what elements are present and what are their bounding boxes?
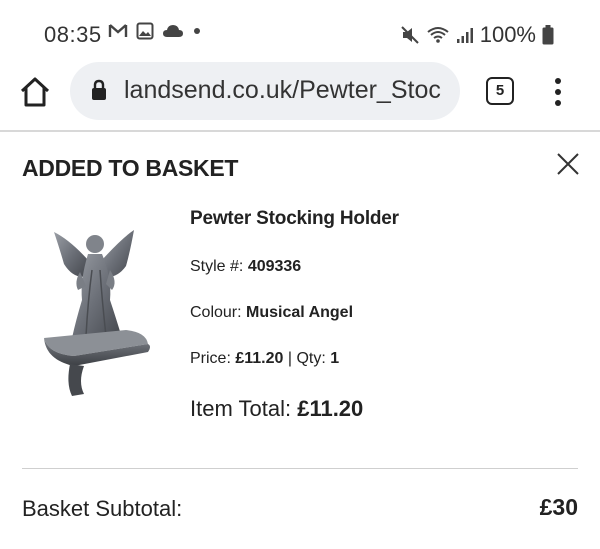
- price-value: £11.20: [235, 350, 284, 367]
- menu-dot-icon: [555, 100, 561, 106]
- toolbar-divider: [0, 130, 600, 132]
- status-bar: 08:35 100%: [0, 0, 600, 62]
- qty-label: Qty:: [296, 350, 331, 367]
- overflow-menu-button[interactable]: [548, 75, 568, 109]
- menu-dot-icon: [555, 89, 561, 95]
- close-button[interactable]: [556, 152, 580, 176]
- item-total-value: £11.20: [297, 396, 364, 421]
- address-bar[interactable]: landsend.co.uk/Pewter_Stoc: [70, 62, 460, 120]
- dot-icon: [194, 28, 200, 34]
- menu-dot-icon: [555, 78, 561, 84]
- style-value: 409336: [247, 258, 302, 275]
- signal-icon: [456, 28, 473, 43]
- url-text: landsend.co.uk/Pewter_Stoc: [124, 76, 441, 104]
- lock-icon: [92, 79, 106, 100]
- colour-value: Musical Angel: [246, 304, 354, 321]
- home-icon: [20, 77, 50, 107]
- modal-title: ADDED TO BASKET: [22, 155, 239, 181]
- item-total-label: Item Total:: [190, 396, 298, 421]
- mute-icon: [401, 26, 419, 44]
- browser-toolbar: landsend.co.uk/Pewter_Stoc 5: [0, 62, 600, 122]
- image-icon: [136, 22, 154, 40]
- price-qty-separator: |: [283, 350, 297, 367]
- battery-percent: 100%: [479, 22, 536, 47]
- notification-icons: [108, 22, 202, 40]
- status-time: 08:35: [44, 22, 102, 47]
- basket-subtotal-value: £30: [539, 494, 578, 520]
- colour-label: Colour:: [190, 304, 247, 321]
- product-name: Pewter Stocking Holder: [190, 208, 399, 229]
- style-label: Style #:: [190, 258, 248, 275]
- price-label: Price:: [190, 350, 236, 367]
- product-style: Style #: 409336: [190, 258, 301, 276]
- close-icon: [557, 153, 579, 175]
- gmail-icon: [108, 24, 128, 37]
- wifi-icon: [427, 27, 449, 43]
- tab-switcher-button[interactable]: 5: [486, 77, 514, 105]
- home-button[interactable]: [18, 76, 52, 108]
- subtotal-divider: [22, 468, 578, 469]
- product-details: Pewter Stocking Holder Style #: 409336 C…: [190, 208, 399, 421]
- qty-value: 1: [330, 350, 340, 367]
- product-image: [44, 230, 150, 396]
- basket-subtotal-label: Basket Subtotal:: [22, 496, 183, 521]
- system-icons: 100%: [400, 22, 554, 48]
- product-colour: Colour: Musical Angel: [190, 304, 353, 322]
- battery-icon: [542, 25, 554, 45]
- item-total: Item Total: £11.20: [190, 396, 363, 422]
- cloud-icon: [163, 25, 183, 37]
- product-price-qty: Price: £11.20 | Qty: 1: [190, 350, 339, 368]
